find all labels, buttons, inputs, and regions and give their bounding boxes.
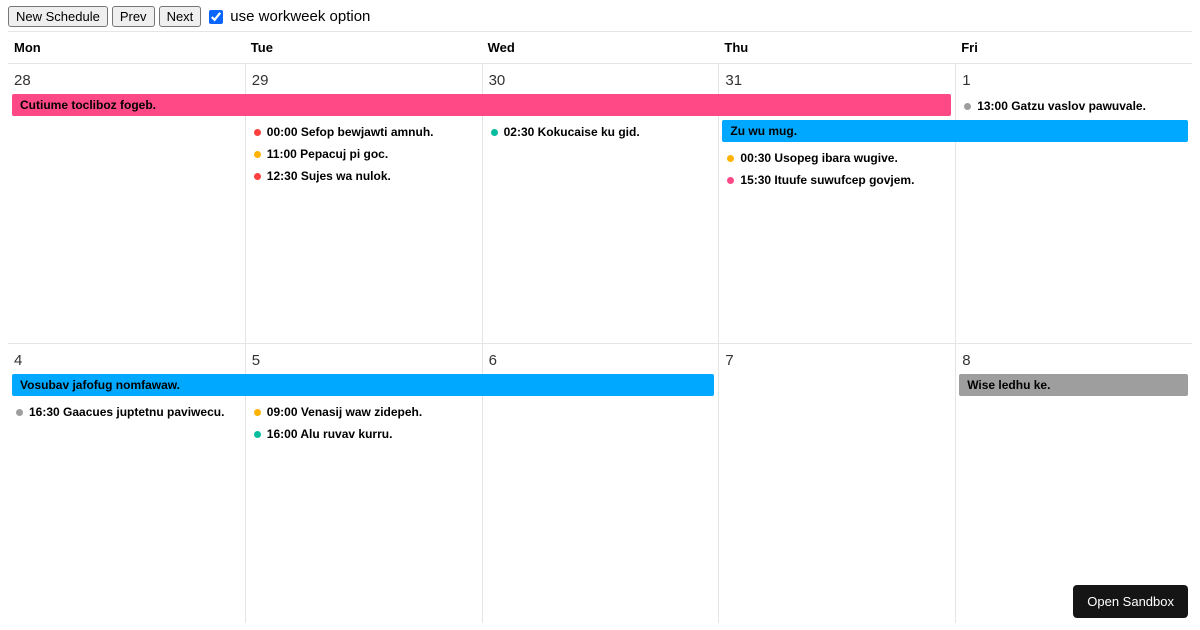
- weekday-header: Thu: [718, 32, 955, 63]
- toolbar: New Schedule Prev Next use workweek opti…: [8, 6, 1192, 31]
- weekday-header: Mon: [8, 32, 245, 63]
- day-cell[interactable]: 1 13:00 Gatzu vaslov pawuvale.: [955, 64, 1192, 343]
- weekday-header: Wed: [482, 32, 719, 63]
- date-number: 4: [14, 350, 239, 375]
- event-label: 00:30 Usopeg ibara wugive.: [740, 151, 897, 165]
- event-item[interactable]: 16:00 Alu ruvav kurru.: [252, 423, 476, 445]
- event-label: 11:00 Pepacuj pi goc.: [267, 147, 388, 161]
- date-number: 31: [725, 70, 949, 95]
- open-sandbox-button[interactable]: Open Sandbox: [1073, 585, 1188, 618]
- date-number: 30: [489, 70, 713, 95]
- event-dot-icon: [964, 103, 971, 110]
- event-item[interactable]: 11:00 Pepacuj pi goc.: [252, 143, 476, 165]
- event-dot-icon: [254, 151, 261, 158]
- event-dot-icon: [254, 173, 261, 180]
- event-item[interactable]: 00:30 Usopeg ibara wugive.: [725, 147, 949, 169]
- date-number: 28: [14, 70, 239, 95]
- event-item[interactable]: 00:00 Sefop bewjawti amnuh.: [252, 121, 476, 143]
- date-number: 7: [725, 350, 949, 375]
- week-row: 4 16:30 Gaacues juptetnu paviwecu. 5 09:00 …: [8, 343, 1192, 623]
- event-dot-icon: [254, 431, 261, 438]
- date-number: 6: [489, 350, 713, 375]
- event-bar[interactable]: Zu wu mug.: [722, 120, 1188, 142]
- date-number: 5: [252, 350, 476, 375]
- event-dot-icon: [254, 409, 261, 416]
- date-number: 29: [252, 70, 476, 95]
- calendar: MonTueWedThuFri 28 29 00:00 Sefop bewjawti…: [8, 31, 1192, 623]
- workweek-checkbox[interactable]: [209, 10, 223, 24]
- event-label: 16:00 Alu ruvav kurru.: [267, 427, 393, 441]
- workweek-label: use workweek option: [230, 8, 370, 25]
- event-dot-icon: [254, 129, 261, 136]
- event-dot-icon: [727, 177, 734, 184]
- event-bar[interactable]: Vosubav jafofug nomfawaw.: [12, 374, 714, 396]
- weekday-header: Fri: [955, 32, 1192, 63]
- event-label: 02:30 Kokucaise ku gid.: [504, 125, 640, 139]
- weekday-header: Tue: [245, 32, 482, 63]
- event-bar[interactable]: Wise ledhu ke.: [959, 374, 1188, 396]
- event-label: 09:00 Venasij waw zidepeh.: [267, 405, 422, 419]
- event-item[interactable]: 16:30 Gaacues juptetnu paviwecu.: [14, 401, 239, 423]
- event-label: 13:00 Gatzu vaslov pawuvale.: [977, 99, 1146, 113]
- event-item[interactable]: 02:30 Kokucaise ku gid.: [489, 121, 713, 143]
- next-button[interactable]: Next: [159, 6, 202, 27]
- date-number: 1: [962, 70, 1186, 95]
- new-schedule-button[interactable]: New Schedule: [8, 6, 108, 27]
- prev-button[interactable]: Prev: [112, 6, 155, 27]
- day-cell[interactable]: 7: [718, 344, 955, 623]
- event-dot-icon: [16, 409, 23, 416]
- week-row: 28 29 00:00 Sefop bewjawti amnuh. 11:00 Pep…: [8, 63, 1192, 343]
- event-label: 00:00 Sefop bewjawti amnuh.: [267, 125, 434, 139]
- date-number: 8: [962, 350, 1186, 375]
- event-item[interactable]: 13:00 Gatzu vaslov pawuvale.: [962, 95, 1186, 117]
- event-label: 16:30 Gaacues juptetnu paviwecu.: [29, 405, 224, 419]
- event-item[interactable]: 15:30 Ituufe suwufcep govjem.: [725, 169, 949, 191]
- weekday-header-row: MonTueWedThuFri: [8, 32, 1192, 63]
- event-item[interactable]: 12:30 Sujes wa nulok.: [252, 165, 476, 187]
- event-label: 12:30 Sujes wa nulok.: [267, 169, 391, 183]
- event-label: 15:30 Ituufe suwufcep govjem.: [740, 173, 914, 187]
- event-dot-icon: [491, 129, 498, 136]
- event-bar[interactable]: Cutiume tocliboz fogeb.: [12, 94, 951, 116]
- event-item[interactable]: 09:00 Venasij waw zidepeh.: [252, 401, 476, 423]
- event-dot-icon: [727, 155, 734, 162]
